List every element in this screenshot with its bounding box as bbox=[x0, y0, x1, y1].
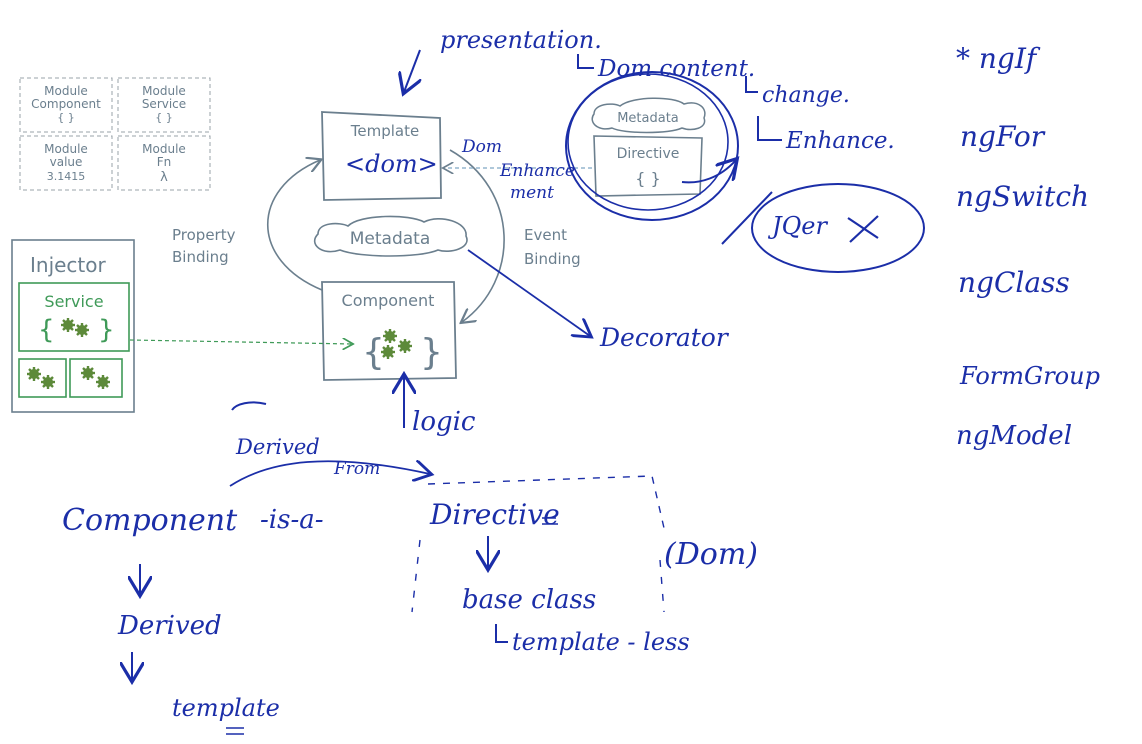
service-brace-close: } bbox=[98, 315, 115, 345]
hw-directive-ngswitch: ngSwitch bbox=[956, 180, 1089, 213]
metadata-center: Metadata bbox=[313, 215, 468, 257]
directive-metadata-label: Metadata bbox=[617, 111, 679, 126]
hw-template-less: template - less bbox=[512, 628, 690, 656]
hw-is-a: -is-a- bbox=[260, 505, 324, 535]
event-binding-label-1: Event bbox=[524, 226, 567, 244]
hw-derived-from-2: From bbox=[333, 459, 380, 479]
gear-icon bbox=[73, 321, 91, 339]
hw-derived: Derived bbox=[117, 611, 222, 641]
module-fn-l1: Module bbox=[142, 142, 186, 156]
template-box: Template <dom> bbox=[321, 111, 442, 201]
hw-base-class: base class bbox=[462, 585, 596, 615]
property-binding-label-2: Binding bbox=[172, 248, 229, 266]
hw-directive-ngmodel: ngModel bbox=[956, 421, 1072, 451]
presentation-arrow bbox=[404, 49, 420, 92]
module-service-l2: Service bbox=[142, 97, 186, 111]
component-brace-close: } bbox=[420, 332, 443, 373]
event-binding-arrow bbox=[449, 149, 505, 322]
module-component-l3: { } bbox=[57, 111, 75, 124]
hw-dom-enhancement-3: ment bbox=[510, 183, 554, 203]
hw-directive-ngclass: ngClass bbox=[958, 266, 1070, 299]
template-underline bbox=[226, 727, 244, 735]
enhance-hook bbox=[757, 116, 782, 141]
module-fn-l2: Fn bbox=[157, 155, 172, 169]
module-component-l1: Module bbox=[44, 84, 88, 98]
template-title: Template bbox=[350, 122, 419, 140]
derived-from-arc bbox=[229, 461, 430, 487]
hw-directive-ngfor: ngFor bbox=[960, 120, 1046, 153]
metadata-center-label: Metadata bbox=[350, 229, 431, 249]
jquery-x-mark bbox=[847, 215, 879, 243]
component-box: Component { } bbox=[321, 281, 457, 381]
module-component-l2: Component bbox=[31, 97, 101, 111]
component-title: Component bbox=[342, 291, 435, 310]
gear-icon bbox=[396, 337, 414, 355]
hw-template: template bbox=[172, 694, 280, 722]
module-value-l3: 3.1415 bbox=[47, 170, 86, 183]
gear-icon bbox=[381, 327, 399, 345]
injector-service-label: Service bbox=[44, 292, 103, 311]
hw-dom-enhancement-2: Enhance bbox=[499, 161, 575, 181]
directive-circle-2 bbox=[567, 73, 729, 211]
gear-icon bbox=[379, 343, 397, 361]
hw-dom-paren: (Dom) bbox=[664, 537, 758, 572]
hw-decorator: Decorator bbox=[599, 323, 730, 352]
hw-presentation: presentation. bbox=[440, 26, 602, 54]
gear-icon bbox=[59, 316, 77, 334]
directive-body: { } bbox=[635, 169, 660, 188]
hw-component: Component bbox=[62, 503, 238, 538]
hw-derived-from-1: Derived bbox=[235, 435, 320, 459]
gear-icon bbox=[94, 373, 112, 391]
diagram-canvas: Module Component { } Module Service { } … bbox=[11, 26, 1100, 735]
module-fn-l3: λ bbox=[160, 170, 168, 185]
module-value-l1: Module bbox=[44, 142, 88, 156]
jquery-slash bbox=[721, 191, 773, 245]
injector-to-component-arrow bbox=[129, 340, 352, 344]
injector-box: Injector Service { } bbox=[11, 239, 135, 413]
hw-change: change. bbox=[762, 83, 850, 108]
property-binding-label-1: Property bbox=[172, 226, 236, 244]
service-brace-open: { bbox=[38, 315, 55, 345]
module-value-l2: value bbox=[50, 155, 83, 169]
module-service-l1: Module bbox=[142, 84, 186, 98]
event-binding-label-2: Binding bbox=[524, 250, 581, 268]
dom-content-hook bbox=[577, 54, 594, 69]
property-binding-arrow bbox=[267, 160, 322, 291]
module-grid: Module Component { } Module Service { } … bbox=[19, 77, 211, 191]
gear-icon bbox=[79, 364, 97, 382]
injector-title: Injector bbox=[30, 253, 107, 277]
gear-icon bbox=[25, 365, 43, 383]
dashed-group-left bbox=[411, 539, 421, 613]
gear-icon bbox=[39, 373, 57, 391]
template-body: <dom> bbox=[345, 150, 438, 178]
derived-tick bbox=[231, 401, 267, 411]
hw-directive-ngif: * ngIf bbox=[956, 42, 1041, 75]
hw-logic: logic bbox=[412, 407, 476, 437]
directive-title: Directive bbox=[617, 146, 680, 162]
hw-jquery: JQer bbox=[767, 212, 829, 240]
hw-dom-enhancement-1: Dom bbox=[461, 137, 502, 157]
module-service-l3: { } bbox=[155, 111, 173, 124]
directive-box: Metadata Directive { } bbox=[591, 97, 706, 197]
template-less-hook bbox=[495, 624, 508, 643]
handwriting-layer: presentation. Dom content. change. Enhan… bbox=[62, 26, 1100, 735]
hw-directive: Directive bbox=[429, 498, 560, 531]
hw-enhance: Enhance. bbox=[785, 128, 895, 154]
hw-directive-formgroup: FormGroup bbox=[959, 362, 1100, 390]
